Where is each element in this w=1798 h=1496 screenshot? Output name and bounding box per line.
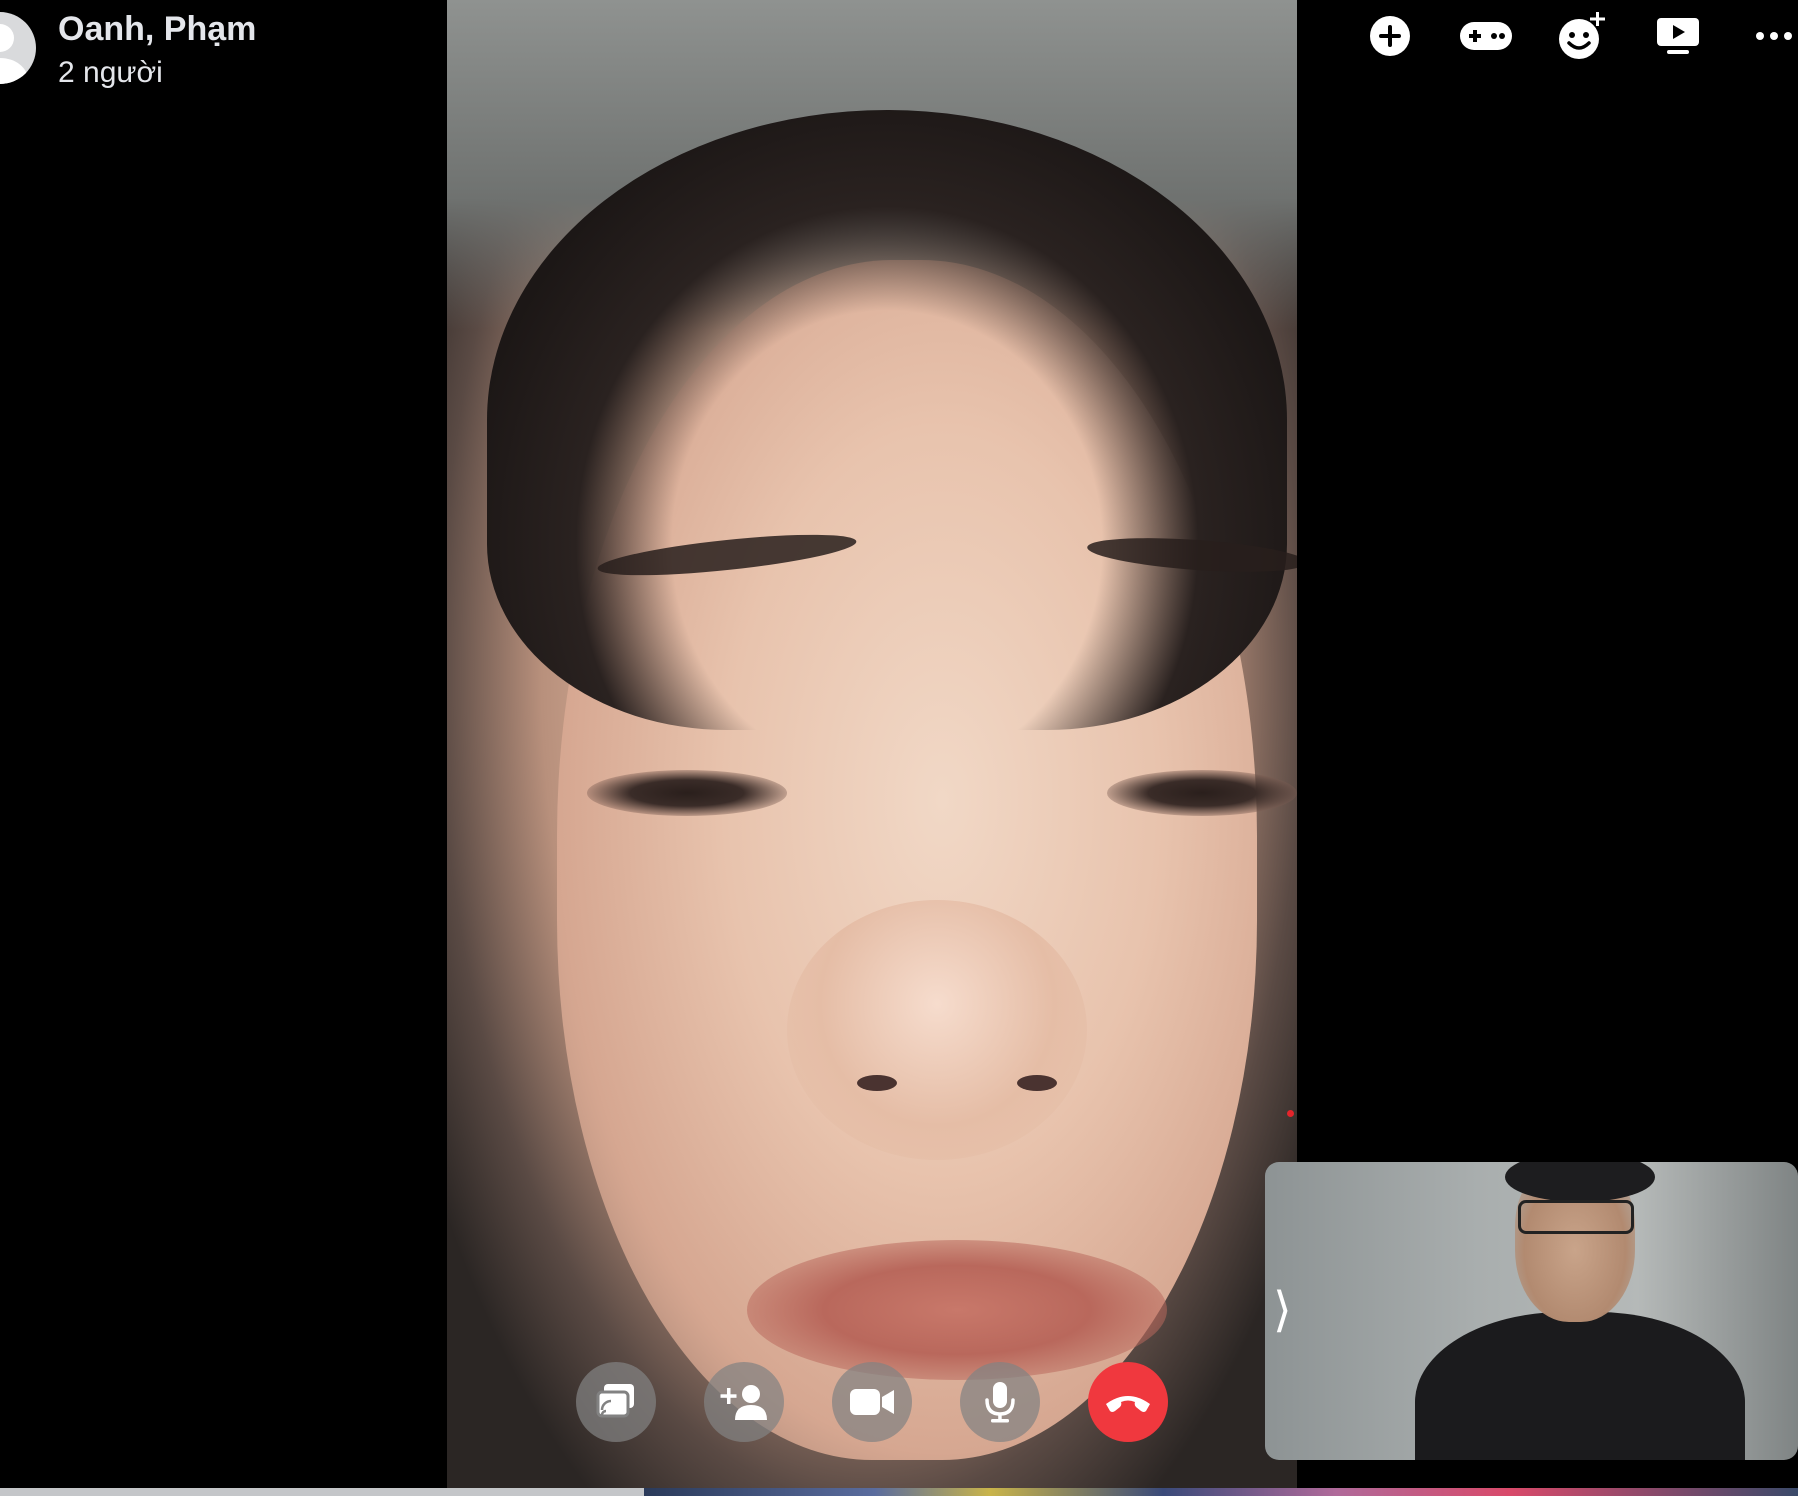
video-camera-icon [850,1389,894,1415]
add-person-button[interactable] [704,1362,784,1442]
watch-together-icon [1657,18,1699,54]
add-circle-icon [1370,16,1410,56]
video-call-window: Oanh, Phạm 2 người ⟩ [0,0,1798,1496]
add-effect-icon [1559,12,1605,59]
remote-nostril-left [857,1075,897,1091]
remote-nose [787,900,1087,1160]
top-actions-bar [1318,10,1798,66]
taskbar-strip-right [644,1488,1798,1496]
avatar-body-shape [0,58,28,84]
games-button[interactable] [1456,10,1516,62]
remote-eye-left [587,770,787,816]
taskbar-strip-left [0,1488,644,1496]
call-controls [0,1362,1798,1444]
share-screen-button[interactable] [576,1362,656,1442]
add-button[interactable] [1360,10,1420,62]
camera-toggle-button[interactable] [832,1362,912,1442]
microphone-icon [985,1382,1015,1423]
end-call-icon [1106,1396,1150,1412]
participant-count: 2 người [58,56,163,89]
remote-video [447,0,1297,1490]
remote-lips [747,1240,1167,1380]
call-title[interactable]: Oanh, Phạm [58,10,256,49]
watch-together-button[interactable] [1648,10,1708,62]
remote-nostril-right [1017,1075,1057,1091]
share-screen-icon [596,1384,634,1418]
avatar[interactable] [0,12,36,84]
add-person-icon [720,1385,767,1420]
more-options-icon [1756,32,1792,40]
avatar-head-shape [0,24,14,52]
end-call-button[interactable] [1088,1362,1168,1442]
game-controller-icon [1460,22,1512,50]
effects-button[interactable] [1552,10,1612,62]
self-glasses [1518,1200,1634,1234]
recording-dot [1287,1110,1294,1117]
chevron-right-icon[interactable]: ⟩ [1273,1284,1301,1336]
microphone-toggle-button[interactable] [960,1362,1040,1442]
remote-eye-right [1107,770,1297,816]
remote-hair [487,110,1287,730]
more-options-button[interactable] [1744,10,1798,62]
